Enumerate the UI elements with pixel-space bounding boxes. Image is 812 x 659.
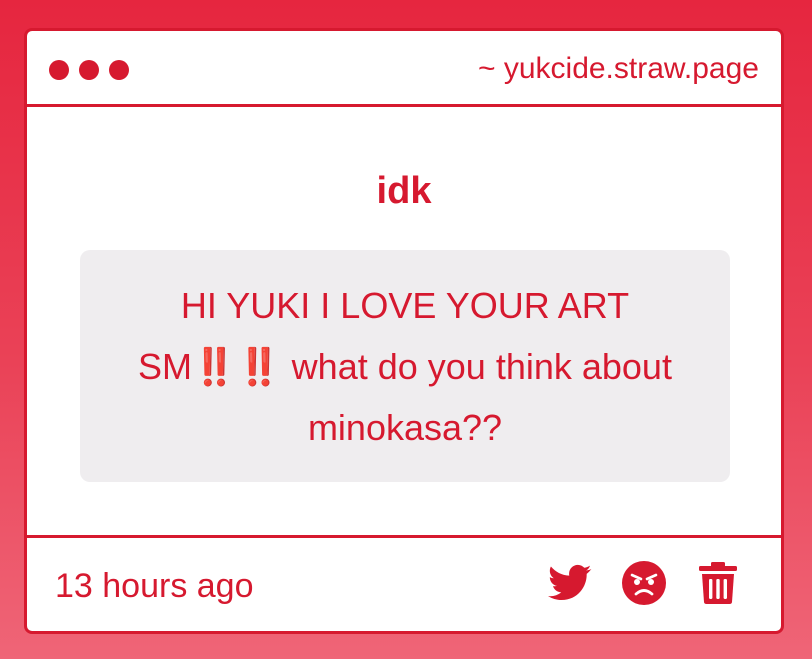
twitter-icon <box>548 564 592 601</box>
angry-face-icon <box>622 561 666 605</box>
react-button[interactable] <box>621 560 667 606</box>
window-controls <box>49 60 129 80</box>
window-dot-close[interactable] <box>49 60 69 80</box>
delete-button[interactable] <box>695 560 741 606</box>
window-dot-minimize[interactable] <box>79 60 99 80</box>
window-titlebar: ~ yukcide.straw.page <box>27 31 781 107</box>
trash-icon <box>699 562 737 604</box>
window-dot-maximize[interactable] <box>109 60 129 80</box>
message-text: HI YUKI I LOVE YOUR ART SM‼️‼️ what do y… <box>138 284 672 448</box>
card-footer: 13 hours ago <box>27 535 781 631</box>
browser-window: ~ yukcide.straw.page idk HI YUKI I LOVE … <box>24 28 784 634</box>
prompt-title: idk <box>376 170 432 212</box>
page-url: ~ yukcide.straw.page <box>477 52 759 85</box>
action-bar <box>547 560 741 606</box>
message-box: HI YUKI I LOVE YOUR ART SM‼️‼️ what do y… <box>80 250 730 482</box>
timestamp: 13 hours ago <box>55 567 254 605</box>
twitter-share-button[interactable] <box>547 560 593 606</box>
message-card: idk HI YUKI I LOVE YOUR ART SM‼️‼️ what … <box>27 107 781 535</box>
